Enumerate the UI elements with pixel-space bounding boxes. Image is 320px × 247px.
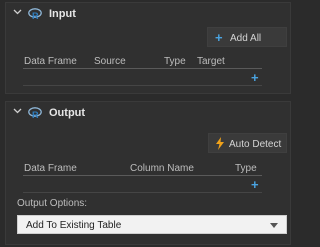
plus-icon: +	[215, 30, 223, 45]
row-divider	[23, 85, 262, 86]
output-header[interactable]: R Output	[6, 102, 290, 124]
r-logo-icon: R	[28, 106, 42, 120]
input-title: Input	[49, 8, 76, 20]
output-options-label: Output Options:	[17, 198, 88, 209]
column-header-data-frame: Data Frame	[24, 163, 77, 174]
header-divider	[23, 68, 262, 69]
header-divider	[23, 175, 262, 176]
output-options-value: Add To Existing Table	[26, 220, 122, 231]
input-panel: R Input + Add All Data Frame Source Type…	[5, 2, 291, 94]
r-logo-icon: R	[28, 7, 42, 21]
add-row-plus-icon[interactable]: +	[251, 178, 259, 191]
input-header[interactable]: R Input	[6, 3, 290, 25]
svg-text:R: R	[32, 11, 39, 21]
auto-detect-button[interactable]: Auto Detect	[208, 133, 287, 153]
chevron-down-icon[interactable]	[13, 106, 22, 115]
column-header-type: Type	[164, 56, 186, 67]
column-header-column-name: Column Name	[130, 163, 194, 174]
dropdown-arrow-icon	[270, 223, 278, 228]
add-all-button[interactable]: + Add All	[207, 27, 287, 47]
output-options-select[interactable]: Add To Existing Table	[17, 215, 287, 234]
svg-text:R: R	[32, 110, 39, 120]
row-divider	[23, 192, 262, 193]
chevron-down-icon[interactable]	[13, 7, 22, 16]
column-header-source: Source	[94, 56, 126, 67]
output-title: Output	[49, 107, 86, 119]
output-panel: R Output Auto Detect Data Frame Column N…	[5, 101, 291, 245]
lightning-icon	[215, 137, 225, 153]
column-header-target: Target	[197, 56, 225, 67]
column-header-data-frame: Data Frame	[24, 56, 77, 67]
add-row-plus-icon[interactable]: +	[251, 71, 259, 84]
column-header-type: Type	[235, 163, 257, 174]
